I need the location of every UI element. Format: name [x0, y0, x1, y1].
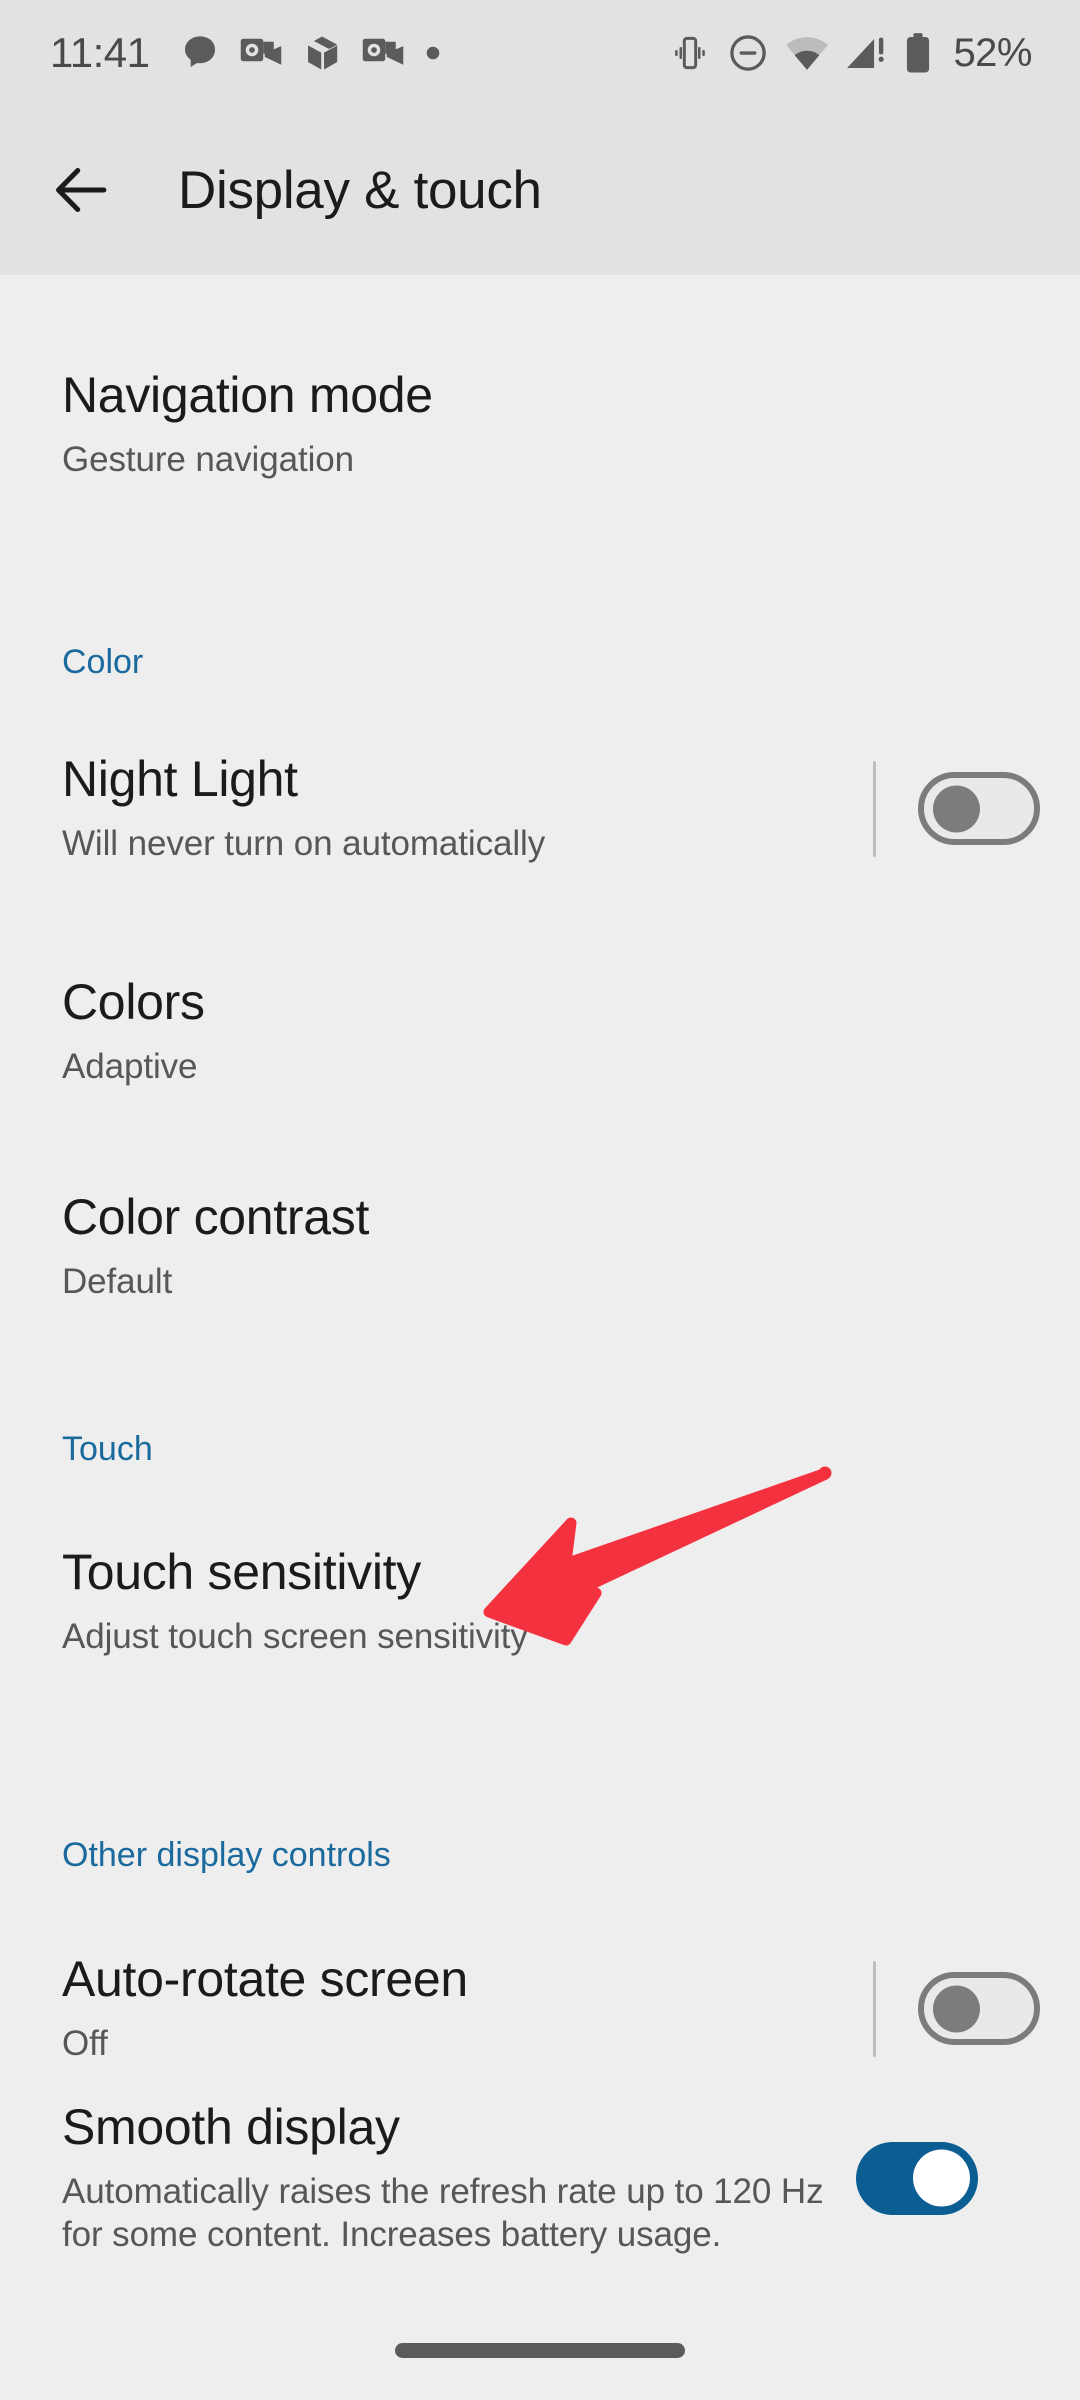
cellular-signal-warning-icon [845, 33, 887, 73]
list-item-night-light[interactable]: Night Light Will never turn on automatic… [0, 752, 1080, 865]
battery-icon [903, 32, 933, 74]
outlook-icon [240, 35, 282, 71]
section-header-other-display-controls: Other display controls [62, 1836, 391, 1874]
list-item-subtitle: Will never turn on automatically [62, 824, 546, 863]
do-not-disturb-icon [727, 32, 769, 74]
app-bar: Display & touch [0, 105, 1080, 275]
list-item-colors[interactable]: Colors Adaptive [0, 975, 1080, 1088]
toggle-knob [913, 2149, 970, 2207]
list-item-title: Night Light [62, 751, 298, 807]
row-divider [873, 1960, 876, 2057]
list-item-subtitle: Default [62, 1262, 173, 1301]
home-gesture-pill[interactable] [395, 2343, 685, 2358]
status-system-icons: 52% [669, 32, 1032, 74]
list-item-title: Auto-rotate screen [62, 1951, 468, 2007]
wifi-icon [785, 34, 829, 72]
auto-rotate-toggle[interactable] [918, 1972, 1040, 2046]
status-clock: 11:41 [50, 28, 150, 76]
list-item-title: Color contrast [62, 1189, 370, 1245]
vibrate-icon [669, 33, 711, 73]
list-item-touch-sensitivity[interactable]: Touch sensitivity Adjust touch screen se… [0, 1545, 1080, 1658]
section-header-touch: Touch [62, 1430, 153, 1468]
toggle-knob [933, 1985, 980, 2033]
list-item-title: Navigation mode [62, 367, 433, 423]
list-item-auto-rotate-screen[interactable]: Auto-rotate screen Off [0, 1952, 1080, 2065]
list-item-title: Touch sensitivity [62, 1544, 421, 1600]
list-item-subtitle: Adjust touch screen sensitivity [62, 1617, 528, 1656]
battery-percent: 52% [953, 30, 1032, 75]
list-item-subtitle: Adaptive [62, 1047, 198, 1086]
section-header-color: Color [62, 643, 144, 681]
list-item-title: Smooth display [62, 2099, 400, 2155]
list-item-subtitle: Gesture navigation [62, 440, 354, 479]
phone-screen: Display size and text Navigation mode Ge… [0, 0, 1080, 2400]
toggle-knob [933, 785, 980, 833]
list-item-color-contrast[interactable]: Color contrast Default [0, 1190, 1080, 1303]
list-item-navigation-mode[interactable]: Navigation mode Gesture navigation [0, 368, 1080, 481]
dot-icon [424, 44, 442, 62]
list-item-smooth-display[interactable]: Smooth display Automatically raises the … [0, 2100, 1080, 2257]
page-title: Display & touch [178, 160, 542, 220]
list-item-title: Colors [62, 974, 205, 1030]
package-box-icon [302, 34, 342, 72]
night-light-toggle[interactable] [918, 772, 1040, 846]
row-divider [873, 760, 876, 857]
back-button[interactable] [28, 136, 136, 244]
smooth-display-toggle[interactable] [856, 2141, 978, 2215]
outlook-icon [362, 35, 404, 71]
list-item-subtitle: Automatically raises the refresh rate up… [62, 2172, 824, 2255]
status-bar: 11:41 52% [0, 0, 1080, 105]
chat-bubble-icon [180, 33, 220, 73]
back-arrow-icon [50, 158, 114, 222]
list-item-subtitle: Off [62, 2024, 108, 2063]
notification-icons [180, 33, 442, 73]
settings-list[interactable]: Display size and text Navigation mode Ge… [0, 0, 1080, 2400]
